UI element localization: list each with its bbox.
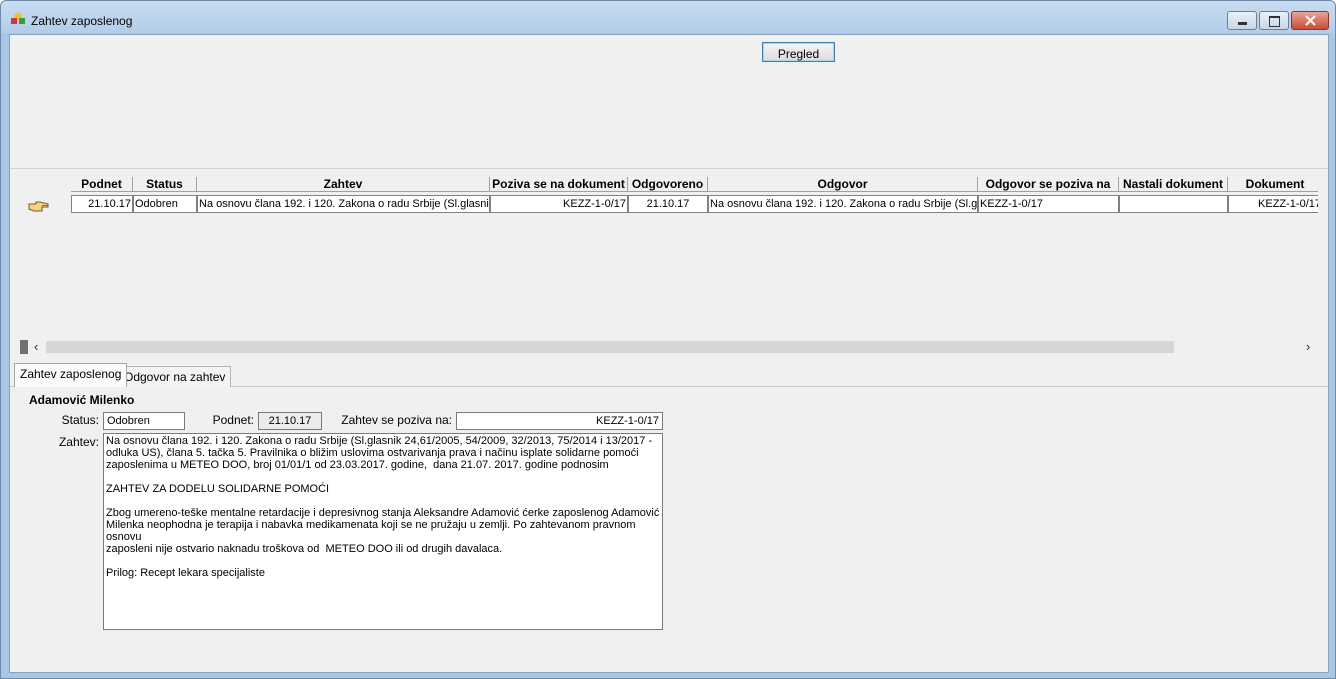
scroll-right-arrow-icon[interactable]: › xyxy=(1306,338,1310,355)
tab-panel: Adamović Milenko Status: Odobren Podnet:… xyxy=(10,386,1328,671)
close-button[interactable] xyxy=(1291,11,1329,30)
pregled-button[interactable]: Pregled xyxy=(762,42,835,62)
title-bar[interactable]: Zahtev zaposlenog xyxy=(1,1,1335,33)
scroll-splitter[interactable] xyxy=(20,340,28,354)
zahtev-textarea[interactable]: Na osnovu člana 192. i 120. Zakona o rad… xyxy=(103,433,663,630)
app-icon xyxy=(11,12,25,24)
main-content: Pregled Podnet Status Zahtev Poziva se n… xyxy=(9,34,1329,673)
status-label: Status: xyxy=(61,413,99,427)
minimize-button[interactable] xyxy=(1227,11,1257,30)
table-cell-dokument[interactable]: KEZZ-1-0/17 xyxy=(1228,195,1318,213)
requests-grid[interactable]: Podnet Status Zahtev Poziva se na dokume… xyxy=(18,177,1318,337)
column-header-dokument[interactable]: Dokument xyxy=(1228,177,1318,192)
employee-name: Adamović Milenko xyxy=(29,393,135,407)
table-cell-odgovor-poziva[interactable]: KEZZ-1-0/17 xyxy=(978,195,1119,213)
tab-odgovor-na-zahtev[interactable]: Odgovor na zahtev xyxy=(118,366,232,387)
app-window: Zahtev zaposlenog Pregled Podnet Status … xyxy=(0,0,1336,679)
zahtev-label: Zahtev: xyxy=(58,435,99,449)
maximize-icon xyxy=(1269,16,1280,27)
table-cell-status[interactable]: Odobren xyxy=(133,195,197,213)
tab-zahtev-zaposlenog[interactable]: Zahtev zaposlenog xyxy=(14,363,128,387)
podnet-label: Podnet: xyxy=(212,413,254,427)
horizontal-scrollbar[interactable]: ‹ › xyxy=(18,338,1320,355)
podnet-field[interactable]: 21.10.17 xyxy=(258,412,322,430)
column-header-poziva[interactable]: Poziva se na dokument xyxy=(490,177,628,192)
scroll-left-arrow-icon[interactable]: ‹ xyxy=(34,338,38,355)
status-field[interactable]: Odobren xyxy=(103,412,185,430)
column-header-zahtev[interactable]: Zahtev xyxy=(197,177,490,192)
minimize-icon xyxy=(1238,22,1247,25)
divider xyxy=(10,168,1328,169)
zahtev-poziva-field[interactable]: KEZZ-1-0/17 xyxy=(456,412,663,430)
table-cell-poziva[interactable]: KEZZ-1-0/17 xyxy=(490,195,628,213)
scrollbar-thumb[interactable] xyxy=(46,341,1174,353)
table-cell-zahtev[interactable]: Na osnovu člana 192. i 120. Zakona o rad… xyxy=(197,195,490,213)
table-cell-nastali[interactable] xyxy=(1119,195,1228,213)
column-header-odgovor[interactable]: Odgovor xyxy=(708,177,978,192)
table-cell-odgovor[interactable]: Na osnovu člana 192. i 120. Zakona o rad… xyxy=(708,195,978,213)
table-cell-podnet[interactable]: 21.10.17 xyxy=(71,195,133,213)
table-cell-odgovoreno[interactable]: 21.10.17 xyxy=(628,195,708,213)
pointing-hand-icon xyxy=(28,201,49,212)
zahtev-poziva-label: Zahtev se poziva na: xyxy=(341,413,452,427)
column-header-nastali[interactable]: Nastali dokument xyxy=(1119,177,1228,192)
window-title: Zahtev zaposlenog xyxy=(31,14,133,28)
column-header-status[interactable]: Status xyxy=(133,177,197,192)
column-header-odgovor-poziva[interactable]: Odgovor se poziva na xyxy=(978,177,1119,192)
detail-tabs: Zahtev zaposlenog Odgovor na zahtev xyxy=(10,361,1328,387)
maximize-button[interactable] xyxy=(1259,11,1289,30)
close-icon xyxy=(1305,15,1316,26)
column-header-odgovoreno[interactable]: Odgovoreno xyxy=(628,177,708,192)
column-header-podnet[interactable]: Podnet xyxy=(71,177,133,192)
